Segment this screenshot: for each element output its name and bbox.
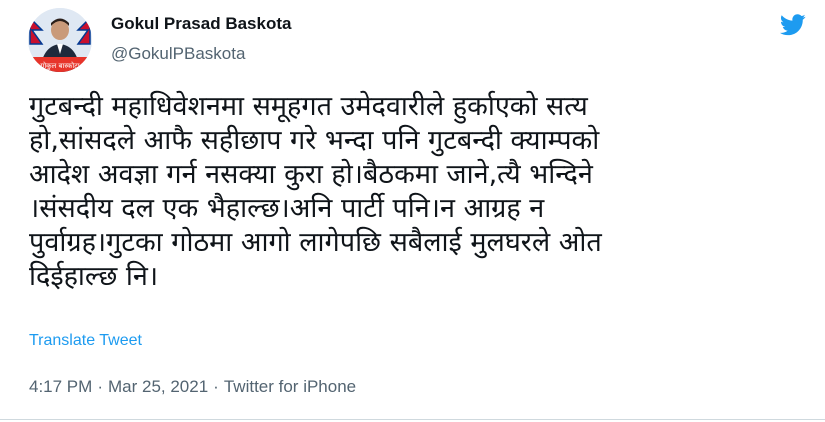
meta-separator: · (97, 377, 103, 396)
tweet-text-line: दिईहाल्छ नि। (29, 261, 159, 292)
tweet-text-line: आदेश अवज्ञा गर्न नसक्या कुरा हो।बैठकमा ज… (29, 159, 593, 190)
tweet-text-line: ।संसदीय दल एक भैहाल्छ।अनि पार्टी पनि।न आ… (29, 193, 545, 224)
tweet-time[interactable]: 4:17 PM (29, 377, 92, 396)
twitter-bird-icon[interactable] (779, 14, 806, 36)
author-name[interactable]: Gokul Prasad Baskota (111, 14, 291, 34)
tweet-text: गुटबन्दी महाधिवेशनमा समूहगत उमेदवारीले ह… (29, 90, 809, 294)
avatar-image: गोकुल बास्कोटा (28, 8, 92, 72)
tweet-date[interactable]: Mar 25, 2021 (108, 377, 208, 396)
tweet-meta: 4:17 PM · Mar 25, 2021 · Twitter for iPhone (29, 377, 356, 397)
tweet-text-line: हो,सांसदले आफै सहीछाप गरे भन्दा पनि गुटब… (29, 125, 600, 156)
translate-tweet-link[interactable]: Translate Tweet (29, 332, 142, 350)
avatar[interactable]: गोकुल बास्कोटा (28, 8, 92, 72)
author-handle[interactable]: @GokulPBaskota (111, 44, 245, 64)
tweet-text-line: पुर्वाग्रह।गुटका गोठमा आगो लागेपछि सबैला… (29, 227, 602, 258)
tweet-source-link[interactable]: Twitter for iPhone (224, 377, 356, 396)
avatar-caption: गोकुल बास्कोटा (40, 61, 79, 70)
meta-separator: · (213, 377, 219, 396)
divider (0, 419, 825, 420)
tweet-text-line: गुटबन्दी महाधिवेशनमा समूहगत उमेदवारीले ह… (29, 91, 588, 122)
tweet-card: गोकुल बास्कोटा Gokul Prasad Baskota @Gok… (0, 0, 825, 422)
